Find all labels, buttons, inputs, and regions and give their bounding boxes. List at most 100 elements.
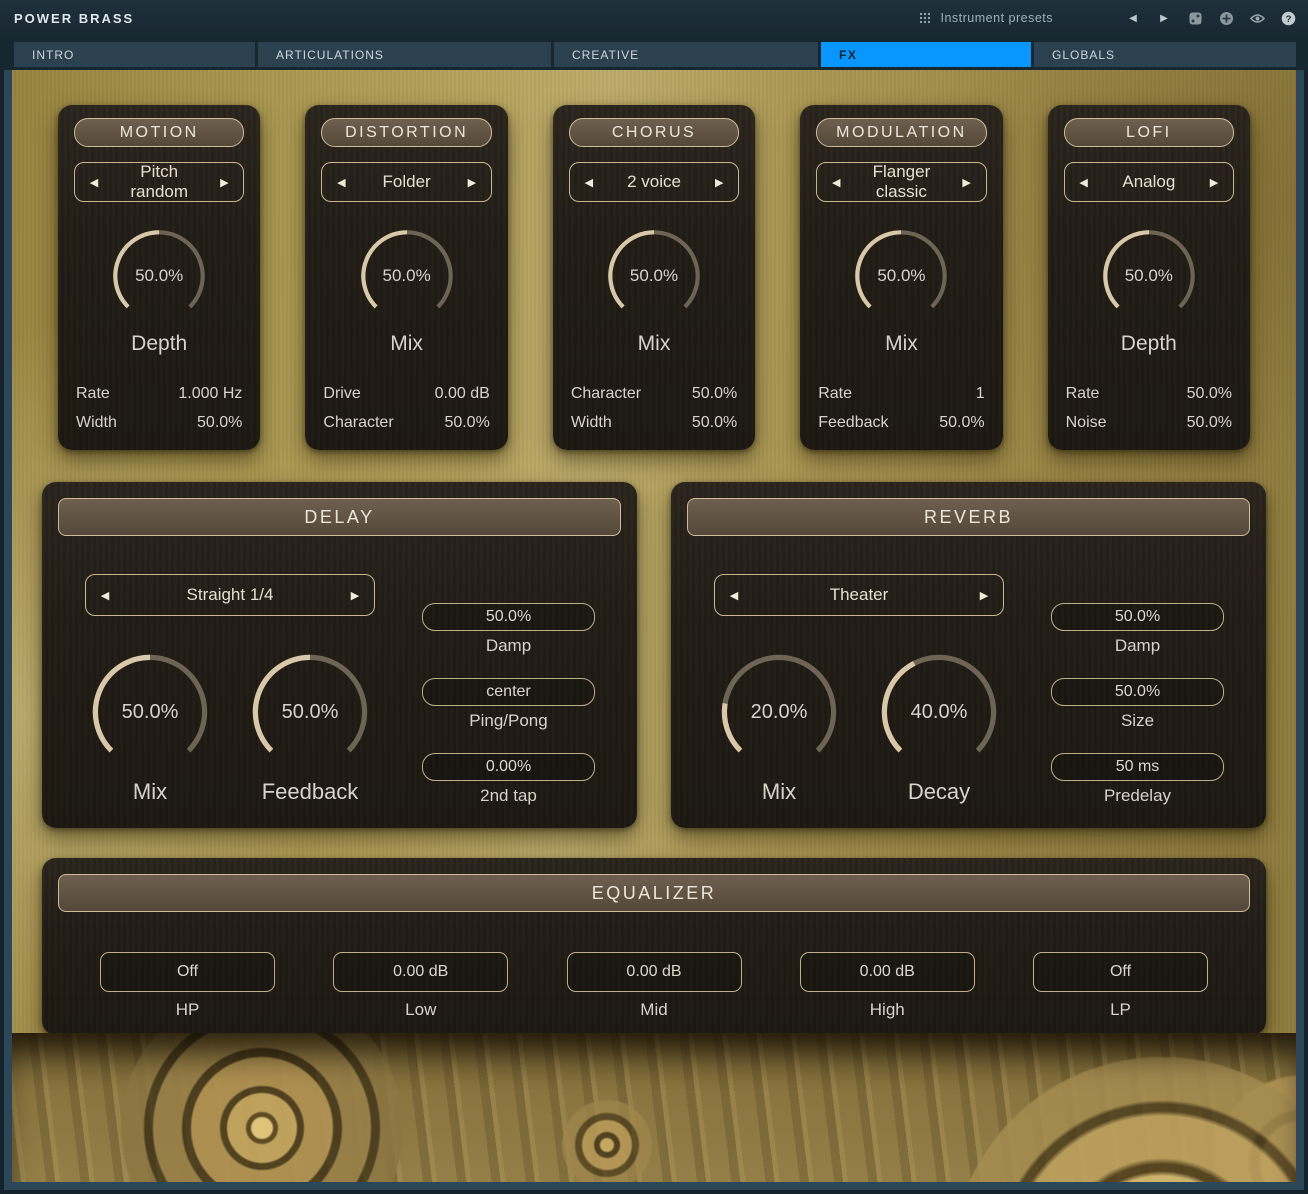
delay-damp-value[interactable]: 50.0%: [422, 603, 595, 631]
knob-value: 50.0%: [849, 224, 953, 328]
help-icon[interactable]: ?: [1280, 10, 1296, 26]
param-row: Rate 1: [818, 379, 984, 408]
prev-arrow-icon[interactable]: ◀: [86, 589, 124, 602]
param-value[interactable]: 1: [976, 379, 985, 408]
modulation-mix-knob[interactable]: 50.0%: [849, 224, 953, 328]
next-arrow-icon[interactable]: ▶: [965, 589, 1003, 602]
param-label: Noise: [1066, 408, 1107, 437]
tab-intro[interactable]: INTRO: [14, 42, 255, 67]
delay-mix-knob[interactable]: 50.0%: [85, 647, 215, 777]
delay-feedback-knob[interactable]: 50.0%: [245, 647, 375, 777]
tab-creative[interactable]: CREATIVE: [554, 42, 818, 67]
param-row: Width 50.0%: [571, 408, 737, 437]
param-value[interactable]: 50.0%: [197, 408, 242, 437]
reverb-damp-value[interactable]: 50.0%: [1051, 603, 1224, 631]
chorus-params: Character 50.0% Width 50.0%: [571, 379, 737, 437]
param-value[interactable]: 0.00 dB: [435, 379, 490, 408]
reverb-mix-knob[interactable]: 20.0%: [714, 647, 844, 777]
eye-icon[interactable]: [1249, 10, 1265, 26]
lofi-mode-selector[interactable]: ◀ Analog ▶: [1064, 162, 1234, 202]
knob-value: 40.0%: [874, 647, 1004, 777]
eq-mid-value[interactable]: 0.00 dB: [567, 952, 742, 992]
eq-hp-value[interactable]: Off: [100, 952, 275, 992]
lofi-panel: LOFI ◀ Analog ▶ 50.0% Depth Rate 50.0% N…: [1048, 105, 1250, 450]
prev-arrow-icon[interactable]: ◀: [75, 176, 113, 189]
knob-label: Mix: [800, 332, 1002, 356]
param-value[interactable]: 50.0%: [692, 408, 737, 437]
tab-articulations[interactable]: ARTICULATIONS: [258, 42, 551, 67]
equalizer-bands: Off HP 0.00 dB Low 0.00 dB Mid 0.00 dB H…: [42, 952, 1266, 1020]
chorus-mode-selector[interactable]: ◀ 2 voice ▶: [569, 162, 739, 202]
chorus-panel: CHORUS ◀ 2 voice ▶ 50.0% Mix Character 5…: [553, 105, 755, 450]
knob-label: Mix: [714, 779, 844, 805]
instrument-presets-button[interactable]: Instrument presets: [919, 11, 1053, 25]
eq-lp-value[interactable]: Off: [1033, 952, 1208, 992]
param-value[interactable]: 50.0%: [939, 408, 984, 437]
tab-globals[interactable]: GLOBALS: [1034, 42, 1296, 67]
motion-mode-selector[interactable]: ◀ Pitch random ▶: [74, 162, 244, 202]
param-row: Rate 1.000 Hz: [76, 379, 242, 408]
motion-depth-knob[interactable]: 50.0%: [107, 224, 211, 328]
motion-panel: MOTION ◀ Pitch random ▶ 50.0% Depth Rate…: [58, 105, 260, 450]
delay-damp-label: Damp: [422, 634, 595, 658]
next-arrow-icon[interactable]: ▶: [336, 589, 374, 602]
distortion-mix-knob[interactable]: 50.0%: [355, 224, 459, 328]
param-value[interactable]: 50.0%: [1187, 408, 1232, 437]
next-arrow-icon[interactable]: ▶: [453, 176, 491, 189]
next-arrow-icon[interactable]: ▶: [948, 176, 986, 189]
param-row: Feedback 50.0%: [818, 408, 984, 437]
chorus-mix-knob[interactable]: 50.0%: [602, 224, 706, 328]
param-value[interactable]: 50.0%: [692, 379, 737, 408]
next-arrow-icon[interactable]: ▶: [700, 176, 738, 189]
previous-preset-button[interactable]: ◀: [1125, 10, 1141, 26]
eq-high-value[interactable]: 0.00 dB: [800, 952, 975, 992]
knob-value: 50.0%: [85, 647, 215, 777]
distortion-mode-selector[interactable]: ◀ Folder ▶: [321, 162, 491, 202]
delay-pingpong-value[interactable]: center: [422, 678, 595, 706]
eq-low-value[interactable]: 0.00 dB: [333, 952, 508, 992]
reverb-decay-knob[interactable]: 40.0%: [874, 647, 1004, 777]
param-label: Rate: [1066, 379, 1100, 408]
reverb-mode-selector[interactable]: ◀ Theater ▶: [714, 574, 1004, 616]
distortion-panel: DISTORTION ◀ Folder ▶ 50.0% Mix Drive 0.…: [305, 105, 507, 450]
knob-value: 50.0%: [1097, 224, 1201, 328]
param-label: Drive: [323, 379, 360, 408]
add-preset-icon[interactable]: [1218, 10, 1234, 26]
svg-text:?: ?: [1285, 14, 1291, 25]
delay-2ndtap-value[interactable]: 0.00%: [422, 753, 595, 781]
modulation-panel-title: MODULATION: [816, 118, 986, 147]
prev-arrow-icon[interactable]: ◀: [570, 176, 608, 189]
reverb-predelay-value[interactable]: 50 ms: [1051, 753, 1224, 781]
chorus-panel-title: CHORUS: [569, 118, 739, 147]
param-value[interactable]: 50.0%: [444, 408, 489, 437]
param-label: Width: [571, 408, 612, 437]
modulation-mode-value: Flanger classic: [855, 162, 947, 202]
distortion-panel-title: DISTORTION: [321, 118, 491, 147]
knob-value: 50.0%: [107, 224, 211, 328]
modulation-mode-selector[interactable]: ◀ Flanger classic ▶: [816, 162, 986, 202]
random-preset-icon[interactable]: [1187, 10, 1203, 26]
prev-arrow-icon[interactable]: ◀: [1065, 176, 1103, 189]
param-row: Drive 0.00 dB: [323, 379, 489, 408]
tab-fx[interactable]: FX: [821, 42, 1031, 67]
prev-arrow-icon[interactable]: ◀: [322, 176, 360, 189]
param-value[interactable]: 50.0%: [1187, 379, 1232, 408]
delay-mode-selector[interactable]: ◀ Straight 1/4 ▶: [85, 574, 375, 616]
knob-label: Mix: [553, 332, 755, 356]
window-frame: MOTION ◀ Pitch random ▶ 50.0% Depth Rate…: [0, 70, 1308, 1194]
prev-arrow-icon[interactable]: ◀: [817, 176, 855, 189]
next-arrow-icon[interactable]: ▶: [1195, 176, 1233, 189]
lofi-params: Rate 50.0% Noise 50.0%: [1066, 379, 1232, 437]
param-value[interactable]: 1.000 Hz: [178, 379, 242, 408]
delay-panel-title: DELAY: [58, 498, 621, 536]
knob-label: Depth: [1048, 332, 1250, 356]
lofi-depth-knob[interactable]: 50.0%: [1097, 224, 1201, 328]
next-arrow-icon[interactable]: ▶: [205, 176, 243, 189]
prev-arrow-icon[interactable]: ◀: [715, 589, 753, 602]
reverb-size-value[interactable]: 50.0%: [1051, 678, 1224, 706]
window-frame-inner: MOTION ◀ Pitch random ▶ 50.0% Depth Rate…: [4, 70, 1304, 1190]
reverb-size-label: Size: [1051, 709, 1224, 733]
next-preset-button[interactable]: ▶: [1156, 10, 1172, 26]
reverb-predelay-label: Predelay: [1051, 784, 1224, 808]
distortion-mode-value: Folder: [360, 172, 452, 192]
